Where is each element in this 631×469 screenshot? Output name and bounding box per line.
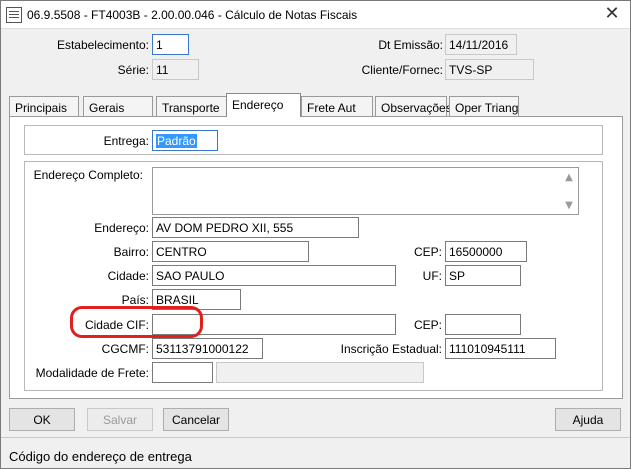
cliente-fornec-field[interactable]: TVS-SP (445, 59, 534, 80)
title-bar: 06.9.5508 - FT4003B - 2.00.00.046 - Cálc… (1, 1, 630, 29)
app-icon (6, 7, 22, 23)
cgcmf-field[interactable]: 53113791000122 (152, 338, 263, 359)
cliente-fornec-label: Cliente/Fornec: (361, 63, 443, 77)
uf-label: UF: (422, 269, 442, 283)
cep-cif-label: CEP: (413, 318, 442, 332)
endereco-completo-field[interactable]: ▲ ▼ (152, 167, 579, 215)
window-title: 06.9.5508 - FT4003B - 2.00.00.046 - Cálc… (27, 8, 358, 22)
tab-transporte[interactable]: Transporte (156, 96, 228, 116)
status-bar: Código do endereço de entrega (1, 442, 630, 468)
entrega-label: Entrega: (103, 134, 149, 148)
scroll-down-icon[interactable]: ▼ (563, 201, 575, 211)
tab-gerais[interactable]: Gerais (83, 96, 153, 116)
inscricao-estadual-field[interactable]: 111010945111 (445, 338, 556, 359)
modalidade-frete-field[interactable] (152, 362, 213, 383)
tab-endereco[interactable]: Endereço (226, 93, 301, 117)
tab-oper-triang[interactable]: Oper Triang (449, 96, 519, 116)
salvar-button[interactable]: Salvar (87, 408, 153, 431)
close-icon[interactable]: ✕ (600, 3, 624, 25)
dt-emissao-field[interactable]: 14/11/2016 (445, 34, 517, 55)
scroll-up-icon[interactable]: ▲ (563, 173, 575, 183)
bairro-label: Bairro: (113, 245, 149, 259)
entrega-value: Padrão (156, 134, 197, 148)
cgcmf-label: CGCMF: (101, 342, 149, 356)
ajuda-button[interactable]: Ajuda (555, 408, 621, 431)
tab-frete-aut[interactable]: Frete Aut (301, 96, 373, 116)
endereco-field[interactable]: AV DOM PEDRO XII, 555 (152, 217, 359, 238)
dt-emissao-label: Dt Emissão: (378, 38, 443, 52)
ok-button[interactable]: OK (9, 408, 75, 431)
pais-label: País: (121, 293, 149, 307)
highlight-annotation (70, 306, 203, 338)
serie-label: Série: (117, 63, 149, 77)
estabelecimento-label: Estabelecimento: (56, 38, 149, 52)
uf-field[interactable]: SP (445, 265, 521, 286)
bairro-field[interactable]: CENTRO (152, 241, 309, 262)
cep-field[interactable]: 16500000 (445, 241, 527, 262)
tab-principais[interactable]: Principais (9, 96, 79, 116)
cancelar-button[interactable]: Cancelar (163, 408, 229, 431)
cidade-label: Cidade: (107, 269, 149, 283)
cep-cif-field[interactable] (445, 314, 521, 335)
cidade-field[interactable]: SAO PAULO (152, 265, 396, 286)
modalidade-frete-description (216, 362, 424, 383)
endereco-label: Endereço: (94, 221, 149, 235)
separator (1, 437, 630, 438)
dialog-window: 06.9.5508 - FT4003B - 2.00.00.046 - Cálc… (0, 0, 631, 469)
entrega-field[interactable]: Padrão (152, 130, 218, 151)
serie-field[interactable]: 11 (152, 59, 199, 80)
tab-observacoes[interactable]: Observações (375, 96, 452, 116)
endereco-completo-label: Endereço Completo: (33, 168, 143, 182)
inscricao-estadual-label: Inscrição Estadual: (340, 342, 442, 356)
modalidade-frete-label: Modalidade de Frete: (35, 366, 149, 380)
cep-label: CEP: (413, 245, 442, 259)
estabelecimento-field[interactable]: 1 (152, 34, 189, 55)
